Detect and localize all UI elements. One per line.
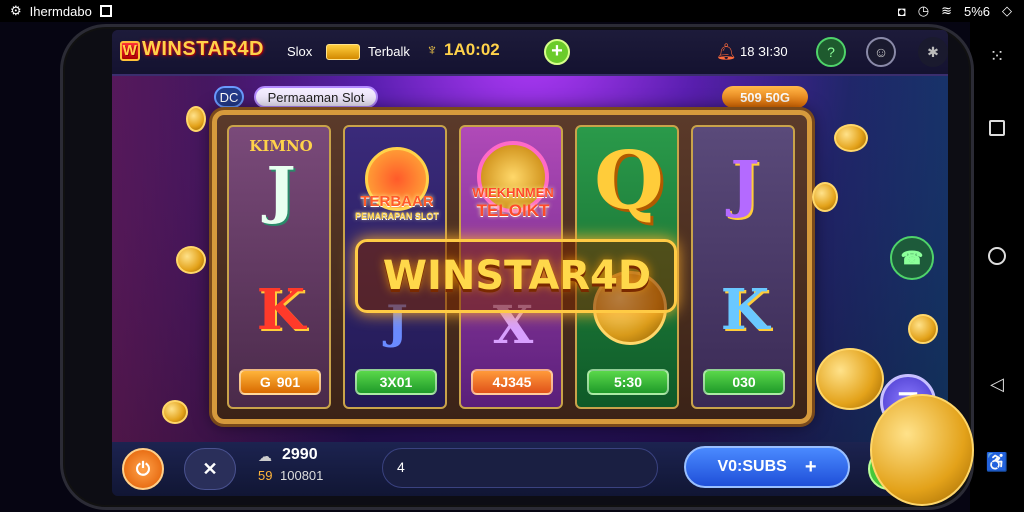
add-coins-button[interactable]: +: [544, 39, 570, 65]
reel-1-value-text: 901: [276, 374, 301, 390]
reel-1-value-prefix: G: [259, 374, 271, 390]
app-name: Ihermdabo: [29, 3, 92, 19]
coin-decor-2: [176, 246, 206, 274]
reel-4-value: 5:30: [587, 369, 669, 395]
reel-5[interactable]: J K 030: [691, 125, 795, 409]
reel-1-top-symbol: J: [266, 153, 296, 226]
reel-5-value: 030: [703, 369, 785, 395]
reel-5-bottom-symbol: K: [720, 277, 770, 343]
notification-icon: ◘: [897, 3, 906, 19]
alarm-icon: ◷: [917, 3, 930, 18]
timer-text: 18 ЗІ:30: [740, 44, 788, 59]
logo-text: WINSTAR4D: [142, 38, 264, 60]
back-button[interactable]: ◁: [985, 372, 1009, 396]
coin-decor-4: [834, 124, 868, 152]
bottom-bar: ⏻ ✕ ☁ 2990 59 100801 4 V0:SUBS + ○: [112, 442, 948, 496]
title-banner: WINSTAR4D: [367, 245, 667, 307]
spin-plus: +: [804, 455, 817, 478]
nav-terbaik[interactable]: Terbalk: [368, 44, 410, 59]
wifi-icon: ≋: [941, 3, 952, 18]
reel-3-value: 4J345: [471, 369, 553, 395]
coin-decor-1: [186, 106, 206, 132]
status-bar: ⚙ Ihermdabo ◘ ◷ ≋ 5%6 ◇: [0, 0, 1024, 22]
bet-input-value: 4: [397, 459, 405, 475]
chat-button[interactable]: ☎: [890, 236, 934, 280]
tag-pill[interactable]: DC: [214, 86, 244, 108]
bluetooth-icon[interactable]: ✱: [918, 37, 948, 67]
sub-balance: 100801: [280, 468, 324, 483]
game-screen: W WINSTAR4D Slox Terbalk ♆ 1А0:02 + 🔔︎ 18…: [112, 30, 948, 496]
coin-amount: 1А0:02: [444, 40, 500, 59]
reel-1-value: G 901: [239, 369, 321, 395]
balance-icon: ☁: [258, 448, 272, 464]
accessibility-icon[interactable]: ♿: [985, 450, 1009, 474]
reel-2-value: 3X01: [355, 369, 437, 395]
reel-2-top-text: TERBAAR: [360, 193, 434, 210]
trophy-icon: ♆: [426, 42, 438, 59]
coin-decor-5: [812, 182, 838, 212]
reel-frame: KIMNO J K G 901 TERBAAR PEMARAPAN SLOT J …: [212, 110, 812, 424]
home-button[interactable]: [985, 244, 1009, 268]
top-bar: W WINSTAR4D Slox Terbalk ♆ 1А0:02 + 🔔︎ 18…: [112, 30, 948, 76]
reel-1-bottom-symbol: K: [256, 277, 306, 343]
system-nav-bar: ⁙ ◁ ♿: [970, 22, 1024, 512]
power-button[interactable]: ⏻: [122, 448, 164, 490]
reel-2-top-sub: PEMARAPAN SLOT: [355, 211, 439, 221]
reel-3-top-sub: TELOIKT: [476, 201, 550, 220]
reel-5-top-symbol: J: [730, 147, 760, 220]
battery-text: 5%6: [963, 3, 990, 19]
profile-icon[interactable]: ☺: [866, 37, 896, 67]
bet-input[interactable]: 4: [382, 448, 658, 488]
reel-4-top-symbol: Q: [594, 133, 664, 227]
signal-icon: ◇: [1002, 3, 1012, 18]
coin-decor-6: [908, 314, 938, 344]
shuffle-button[interactable]: ✕: [184, 448, 236, 490]
coin-decor-big: [870, 394, 974, 506]
logo[interactable]: W WINSTAR4D: [120, 38, 264, 61]
recents-button[interactable]: [985, 116, 1009, 140]
bell-icon[interactable]: 🔔︎: [716, 42, 736, 62]
balance: 2990: [282, 446, 318, 463]
coin-decor-7: [816, 348, 884, 410]
reel-3-top-text: WIEKHNMEN: [472, 185, 554, 200]
category-pill[interactable]: Permaaman Slot: [254, 86, 378, 108]
spin-button[interactable]: V0:SUBS +: [684, 446, 850, 488]
coin-decor-3: [162, 400, 188, 424]
spin-label: V0:SUBS: [717, 458, 787, 475]
sub-balance-prefix: 59: [258, 468, 273, 483]
jackpot-pill: 509 50G: [722, 86, 808, 108]
hot-badge: [326, 44, 360, 60]
logo-mark: W: [120, 41, 140, 61]
window-icon: [99, 5, 112, 17]
settings-icon: ⚙: [10, 3, 22, 18]
help-icon[interactable]: ?: [816, 37, 846, 67]
reel-1[interactable]: KIMNO J K G 901: [227, 125, 331, 409]
dots-icon[interactable]: ⁙: [985, 44, 1009, 68]
nav-slot[interactable]: Slox: [287, 44, 312, 59]
